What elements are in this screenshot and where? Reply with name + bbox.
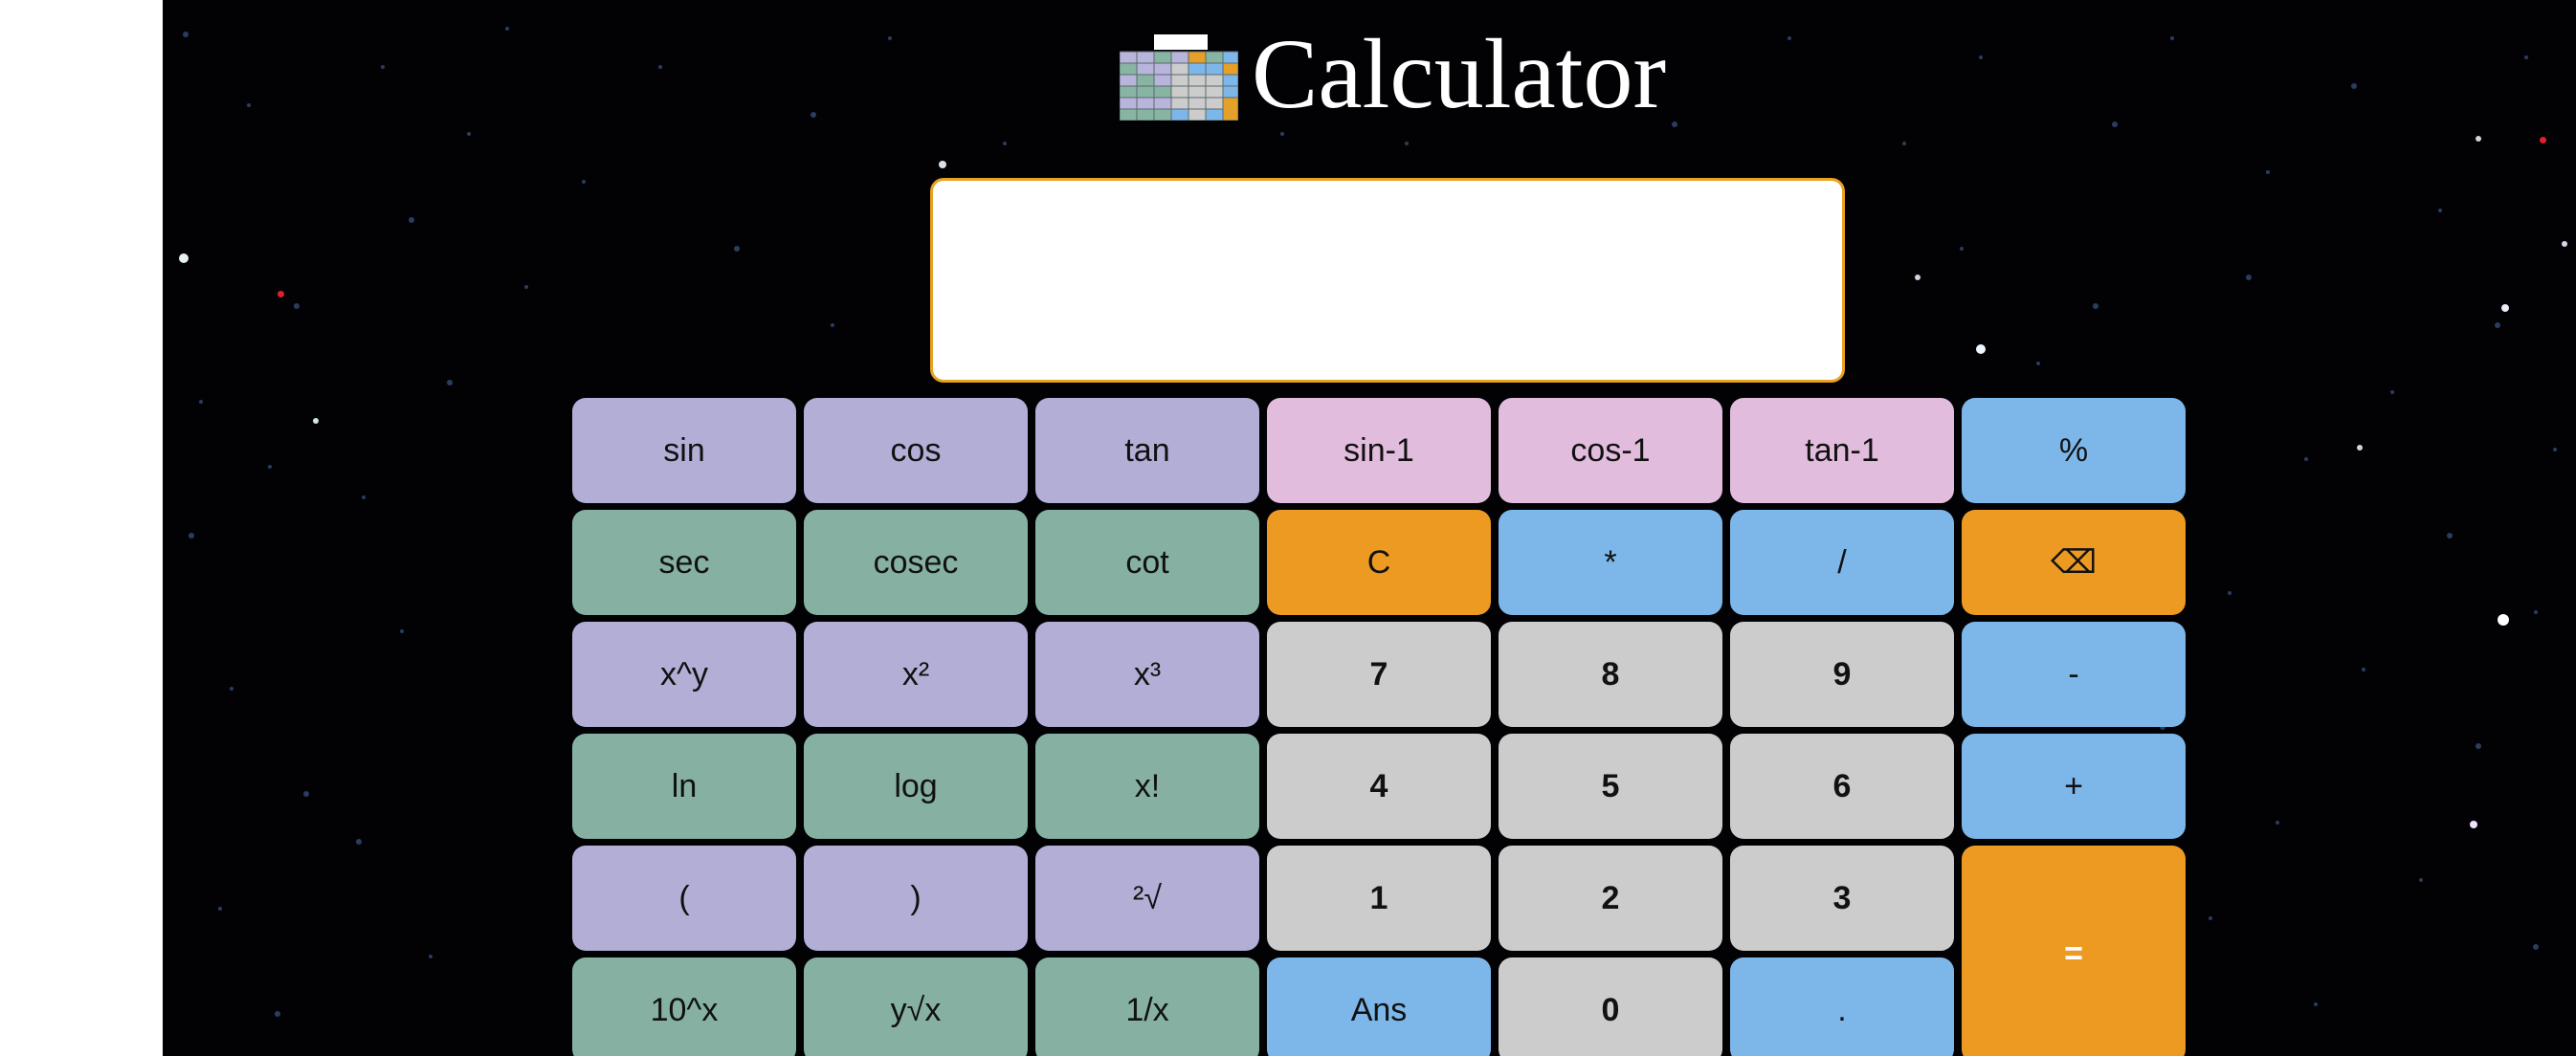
digit-5-button[interactable]: 5 (1499, 734, 1722, 839)
digit-9-button[interactable]: 9 (1730, 622, 1954, 727)
subtract-button[interactable]: - (1962, 622, 2186, 727)
cosec-button[interactable]: cosec (804, 510, 1028, 615)
digit-3-button[interactable]: 3 (1730, 846, 1954, 951)
digit-2-button[interactable]: 2 (1499, 846, 1722, 951)
decimal-button[interactable]: . (1730, 957, 1954, 1056)
digit-6-button[interactable]: 6 (1730, 734, 1954, 839)
cos-button[interactable]: cos (804, 398, 1028, 503)
tan-button[interactable]: tan (1035, 398, 1259, 503)
ln-button[interactable]: ln (572, 734, 796, 839)
digit-7-button[interactable]: 7 (1267, 622, 1491, 727)
clear-button[interactable]: C (1267, 510, 1491, 615)
keypad: sin cos tan sin-1 cos-1 tan-1% sec cosec cot C * / ⌫… (572, 398, 2189, 1056)
add-button[interactable]: + (1962, 734, 2186, 839)
header: Calculator (1120, 17, 1666, 132)
red-star-dot (278, 291, 284, 297)
factorial-button[interactable]: x! (1035, 734, 1259, 839)
sin-button[interactable]: sin (572, 398, 796, 503)
arcsin-button[interactable]: sin-1 (1267, 398, 1491, 503)
square-root-button[interactable]: ²√ (1035, 846, 1259, 951)
power-button[interactable]: x^y (572, 622, 796, 727)
log-button[interactable]: log (804, 734, 1028, 839)
red-star-dot (2540, 137, 2546, 143)
page-title: Calculator (1252, 19, 1667, 129)
arccos-button[interactable]: cos-1 (1499, 398, 1722, 503)
close-paren-button[interactable]: ) (804, 846, 1028, 951)
answer-button[interactable]: Ans (1267, 957, 1491, 1056)
multiply-button[interactable]: * (1499, 510, 1722, 615)
divide-button[interactable]: / (1730, 510, 1954, 615)
percent-button[interactable]: % (1962, 398, 2186, 503)
result-display[interactable] (930, 178, 1845, 383)
digit-8-button[interactable]: 8 (1499, 622, 1722, 727)
cot-button[interactable]: cot (1035, 510, 1259, 615)
digit-4-button[interactable]: 4 (1267, 734, 1491, 839)
arctan-button[interactable]: tan-1 (1730, 398, 1954, 503)
open-paren-button[interactable]: ( (572, 846, 796, 951)
digit-1-button[interactable]: 1 (1267, 846, 1491, 951)
calculator-app: Calculator sin cos tan sin-1 cos-1 tan-1% sec c… (163, 0, 2576, 1056)
digit-0-button[interactable]: 0 (1499, 957, 1722, 1056)
nth-root-button[interactable]: y√x (804, 957, 1028, 1056)
reciprocal-button[interactable]: 1/x (1035, 957, 1259, 1056)
ten-power-button[interactable]: 10^x (572, 957, 796, 1056)
cube-button[interactable]: x³ (1035, 622, 1259, 727)
backspace-button[interactable]: ⌫ (1962, 510, 2186, 615)
spreadsheet-calculator-icon (1120, 34, 1238, 121)
square-button[interactable]: x² (804, 622, 1028, 727)
sec-button[interactable]: sec (572, 510, 796, 615)
equals-button[interactable]: = (1962, 846, 2186, 1056)
